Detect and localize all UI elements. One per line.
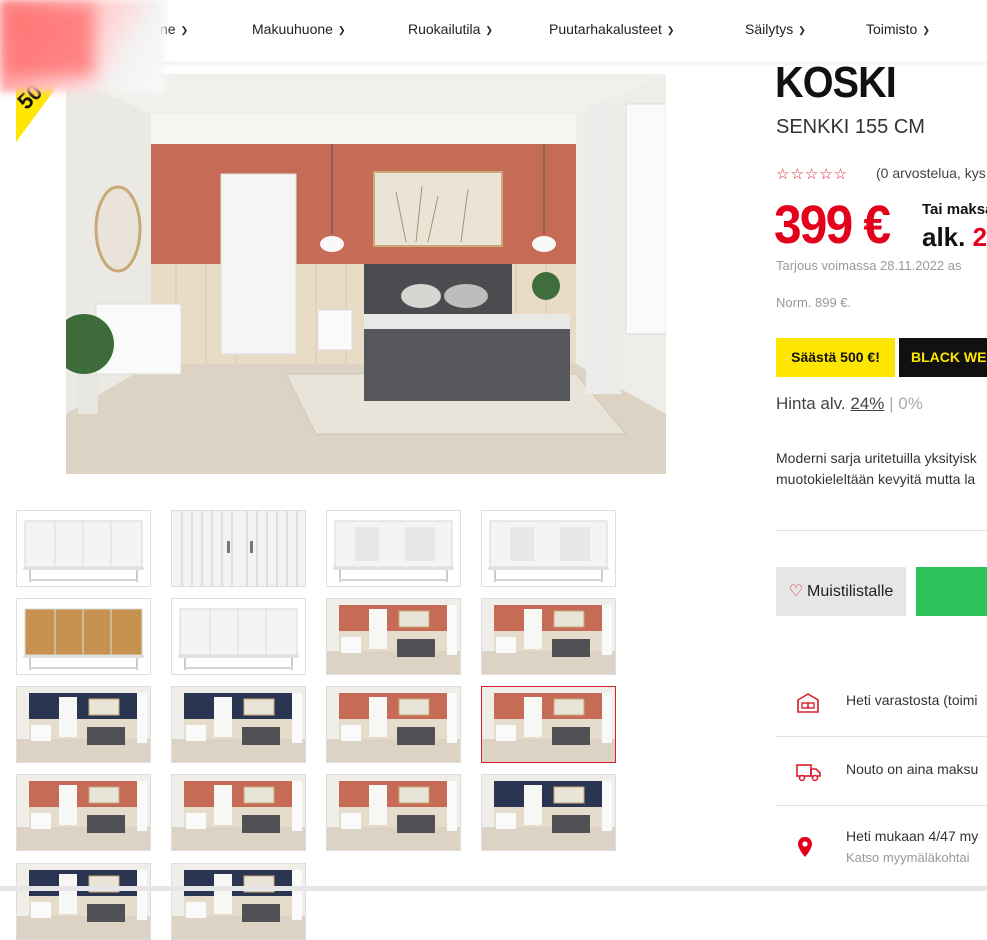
nav-item-puutarhakalusteet[interactable]: Puutarhakalusteet ❯ xyxy=(549,21,674,37)
delivery-info: Nouto on aina maksu xyxy=(776,761,987,791)
divider xyxy=(775,805,987,806)
thumbnail-18[interactable] xyxy=(171,863,306,940)
chevron-down-icon: ❯ xyxy=(798,25,806,35)
chevron-down-icon: ❯ xyxy=(337,25,346,35)
bottom-scroll-bar xyxy=(0,886,987,891)
divider xyxy=(775,530,987,531)
nav-item-ruokailutila[interactable]: Ruokailutila ❯ xyxy=(408,21,493,37)
vat-separator: | xyxy=(889,394,894,413)
divider xyxy=(775,736,987,737)
nav-item-sailytys[interactable]: Säilytys ❯ xyxy=(745,21,806,37)
site-logo-blur xyxy=(6,6,94,76)
product-description: Moderni sarja uritetuilla yksityisk muot… xyxy=(776,450,977,487)
vat-toggle: Hinta alv. 24% | 0% xyxy=(776,394,923,414)
installment-amount: alk. 25 xyxy=(922,222,987,252)
product-subtitle: SENKKI 155 CM xyxy=(776,116,925,138)
normal-price: Norm. 899 €. xyxy=(776,295,852,310)
product-brand: KOSKI xyxy=(775,58,897,107)
stock-info: Heti varastosta (toimi xyxy=(776,692,987,722)
delivery-truck-icon xyxy=(796,761,822,786)
thumbnail-8[interactable] xyxy=(481,598,616,675)
thumbnail-6[interactable] xyxy=(171,598,306,675)
savings-badge: Säästä 500 €! xyxy=(776,338,895,377)
thumbnail-9[interactable] xyxy=(16,686,151,763)
vat-0-option[interactable]: 0% xyxy=(898,394,923,413)
wishlist-button[interactable]: ♡ Muistilistalle xyxy=(776,567,906,616)
thumbnail-10[interactable] xyxy=(171,686,306,763)
chevron-down-icon: ❯ xyxy=(922,25,930,35)
vat-24-option[interactable]: 24% xyxy=(850,394,884,413)
warehouse-icon xyxy=(796,692,820,717)
black-week-badge: BLACK WE xyxy=(899,338,987,377)
nav-item-makuuhuone[interactable]: Makuuhuone ❯ xyxy=(252,21,346,37)
rating-stars[interactable]: ☆☆☆☆☆ xyxy=(776,165,848,183)
thumbnail-13[interactable] xyxy=(16,774,151,851)
thumbnail-14[interactable] xyxy=(171,774,306,851)
reviews-link[interactable]: (0 arvostelua, kys xyxy=(876,165,986,181)
chevron-down-icon: ❯ xyxy=(666,25,675,35)
location-pin-icon xyxy=(796,836,814,861)
product-main-image[interactable] xyxy=(66,74,666,474)
thumbnail-3[interactable] xyxy=(326,510,461,587)
heart-icon: ♡ xyxy=(788,583,804,600)
thumbnail-15[interactable] xyxy=(326,774,461,851)
thumbnail-16[interactable] xyxy=(481,774,616,851)
thumbnail-17[interactable] xyxy=(16,863,151,940)
product-price: 399 € xyxy=(774,195,891,255)
thumbnail-12[interactable] xyxy=(481,686,616,763)
thumbnail-4[interactable] xyxy=(481,510,616,587)
installment-label: Tai maksa xyxy=(922,201,987,218)
vat-label: Hinta alv. xyxy=(776,394,846,413)
chevron-down-icon: ❯ xyxy=(485,25,493,35)
add-to-cart-button[interactable] xyxy=(916,567,987,616)
chevron-down-icon: ❯ xyxy=(180,25,189,35)
offer-validity: Tarjous voimassa 28.11.2022 as xyxy=(776,258,962,273)
nav-item-toimisto[interactable]: Toimisto ❯ xyxy=(866,21,930,37)
thumbnail-7[interactable] xyxy=(326,598,461,675)
store-info: Heti mukaan 4/47 my Katso myymäläkohtai xyxy=(776,828,987,872)
thumbnail-2[interactable] xyxy=(171,510,306,587)
thumbnail-11[interactable] xyxy=(326,686,461,763)
thumbnail-1[interactable] xyxy=(16,510,151,587)
thumbnail-5[interactable] xyxy=(16,598,151,675)
